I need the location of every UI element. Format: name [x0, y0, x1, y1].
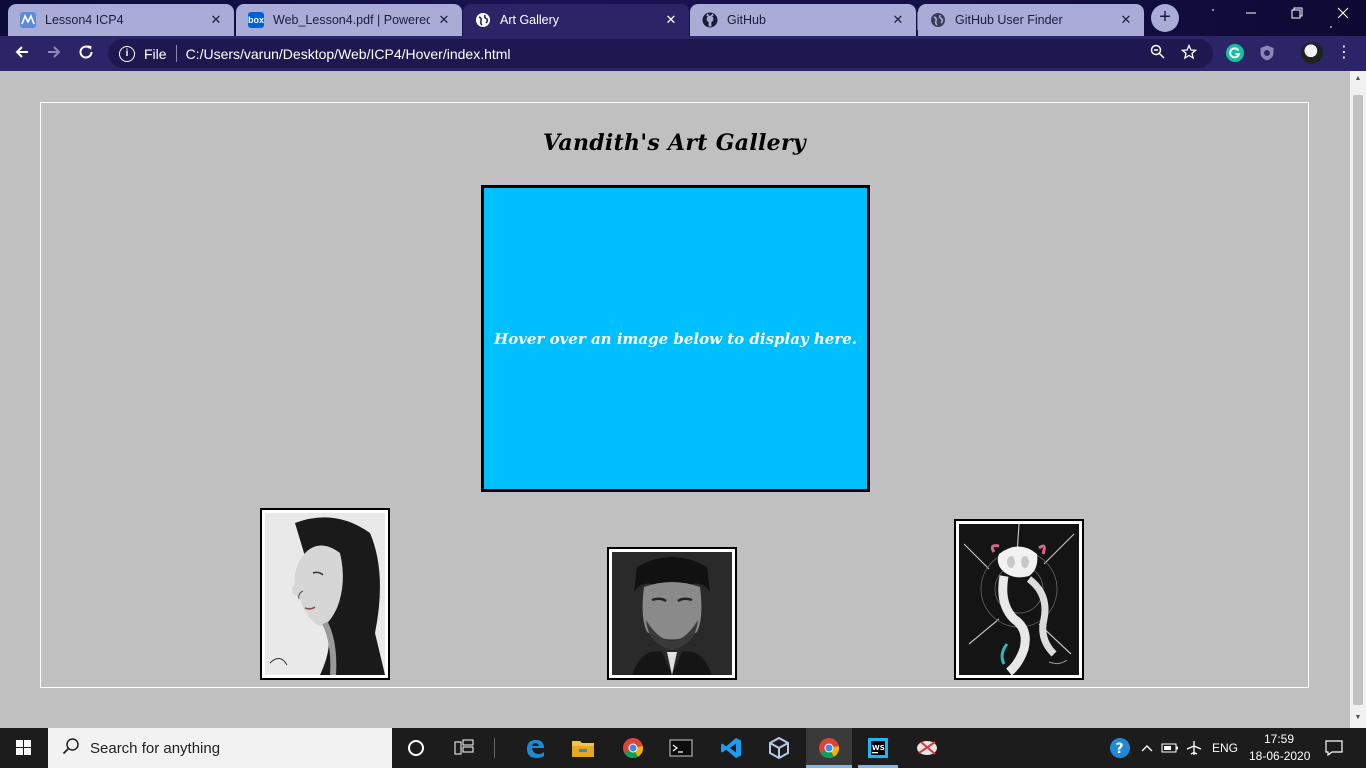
- task-view-icon[interactable]: [450, 734, 478, 762]
- restore-button[interactable]: [1274, 0, 1320, 32]
- clock-time[interactable]: 17:59: [1264, 732, 1294, 746]
- tab-label: GitHub User Finder: [955, 13, 1063, 27]
- tab-art-gallery[interactable]: Art Gallery ✕: [463, 4, 689, 36]
- windows-taskbar: Search for anything WS ? ENG 17:59 18-06…: [0, 728, 1366, 768]
- scroll-down-icon[interactable]: ▼: [1354, 714, 1362, 721]
- clock-date[interactable]: 18-06-2020: [1249, 749, 1310, 763]
- globe-icon: [475, 12, 491, 28]
- chevron-up-icon[interactable]: [1138, 734, 1156, 762]
- woman-portrait-image: [265, 513, 385, 676]
- reload-button[interactable]: [72, 40, 100, 68]
- image-display-area: Hover over an image below to display her…: [481, 185, 870, 492]
- webstorm-icon[interactable]: WS: [864, 734, 892, 762]
- gallery-thumbnail-1[interactable]: [260, 508, 390, 680]
- globe-icon: [930, 12, 946, 28]
- address-divider: [175, 45, 177, 62]
- reload-icon: [79, 45, 93, 59]
- vscode-icon[interactable]: [717, 734, 745, 762]
- tab-github-user-finder[interactable]: GitHub User Finder ✕: [918, 4, 1144, 36]
- edge-icon[interactable]: [521, 734, 549, 762]
- notification-icon[interactable]: [1320, 734, 1348, 762]
- bookmark-star-icon[interactable]: [1180, 43, 1198, 64]
- minimize-button[interactable]: [1228, 0, 1274, 32]
- back-arrow-icon: [15, 46, 28, 58]
- close-icon[interactable]: ✕: [208, 12, 224, 28]
- tab-label: GitHub: [727, 13, 766, 27]
- gallery-thumbnail-3[interactable]: [954, 519, 1084, 680]
- chrome-icon[interactable]: [815, 734, 843, 762]
- page-viewport: Vandith's Art Gallery Hover over an imag…: [0, 71, 1350, 728]
- tab-web-lesson4-pdf[interactable]: box Web_Lesson4.pdf | Powered by ✕: [236, 4, 462, 36]
- background-star: [1212, 9, 1214, 11]
- shield-icon[interactable]: [1258, 44, 1276, 62]
- url-text[interactable]: C:/Users/varun/Desktop/Web/ICP4/Hover/in…: [186, 46, 1150, 62]
- close-icon[interactable]: ✕: [436, 12, 452, 28]
- tab-label: Web_Lesson4.pdf | Powered by: [273, 13, 430, 27]
- help-icon[interactable]: ?: [1106, 734, 1134, 762]
- taskbar-divider: [494, 738, 495, 758]
- github-icon: [702, 12, 718, 28]
- scroll-up-icon[interactable]: ▲: [1354, 75, 1362, 82]
- document-icon: [20, 12, 36, 28]
- language-indicator[interactable]: ENG: [1212, 741, 1238, 755]
- chrome-icon[interactable]: [619, 734, 647, 762]
- file-explorer-icon[interactable]: [569, 734, 597, 762]
- zoom-icon[interactable]: [1150, 44, 1165, 63]
- spider-hero-image: [959, 523, 1079, 676]
- battery-icon[interactable]: [1160, 734, 1180, 762]
- display-placeholder-text: Hover over an image below to display her…: [494, 329, 857, 348]
- scrollbar-thumb[interactable]: [1353, 95, 1363, 705]
- avatar[interactable]: [1301, 42, 1323, 64]
- vertical-scrollbar[interactable]: ▲ ▼: [1350, 71, 1366, 728]
- close-icon: [1337, 7, 1349, 19]
- terminal-icon[interactable]: [667, 734, 695, 762]
- browser-tab-strip: Lesson4 ICP4 ✕ box Web_Lesson4.pdf | Pow…: [0, 0, 1366, 36]
- new-tab-button[interactable]: +: [1151, 4, 1179, 32]
- close-icon[interactable]: ✕: [1118, 12, 1134, 28]
- tab-lesson4-icp4[interactable]: Lesson4 ICP4 ✕: [8, 4, 234, 36]
- forward-button[interactable]: [40, 40, 68, 68]
- scheme-label: File: [144, 45, 167, 62]
- browser-toolbar: i File C:/Users/varun/Desktop/Web/ICP4/H…: [0, 36, 1366, 71]
- gallery-container: Vandith's Art Gallery Hover over an imag…: [40, 102, 1309, 688]
- start-button[interactable]: [0, 728, 48, 768]
- virtualbox-icon[interactable]: [765, 734, 793, 762]
- man-portrait-image: [612, 552, 732, 675]
- close-icon[interactable]: ✕: [890, 12, 906, 28]
- close-icon[interactable]: ✕: [663, 12, 679, 28]
- minimize-icon: [1246, 12, 1256, 14]
- cortana-icon[interactable]: [402, 734, 430, 762]
- search-placeholder: Search for anything: [90, 739, 221, 757]
- back-button[interactable]: [8, 40, 36, 68]
- forward-arrow-icon: [48, 46, 61, 58]
- box-icon: box: [248, 12, 264, 28]
- svg-text:?: ?: [1116, 741, 1124, 757]
- search-icon: [62, 737, 80, 760]
- address-bar[interactable]: i File C:/Users/varun/Desktop/Web/ICP4/H…: [108, 39, 1213, 68]
- airplane-mode-icon[interactable]: [1184, 734, 1204, 762]
- grammarly-icon[interactable]: [1226, 44, 1244, 62]
- tab-github[interactable]: GitHub ✕: [690, 4, 916, 36]
- snipping-tool-icon[interactable]: [913, 734, 941, 762]
- info-icon[interactable]: i: [119, 45, 135, 62]
- gallery-thumbnail-2[interactable]: [607, 547, 737, 680]
- svg-text:WS: WS: [872, 744, 885, 752]
- tab-label: Lesson4 ICP4: [45, 13, 124, 27]
- close-window-button[interactable]: [1320, 0, 1366, 32]
- taskbar-search[interactable]: Search for anything: [48, 728, 392, 768]
- page-title: Vandith's Art Gallery: [543, 130, 806, 156]
- tab-label: Art Gallery: [500, 13, 560, 27]
- restore-icon: [1291, 7, 1303, 19]
- menu-icon[interactable]: ⋮: [1335, 42, 1353, 64]
- windows-logo-icon: [16, 740, 31, 755]
